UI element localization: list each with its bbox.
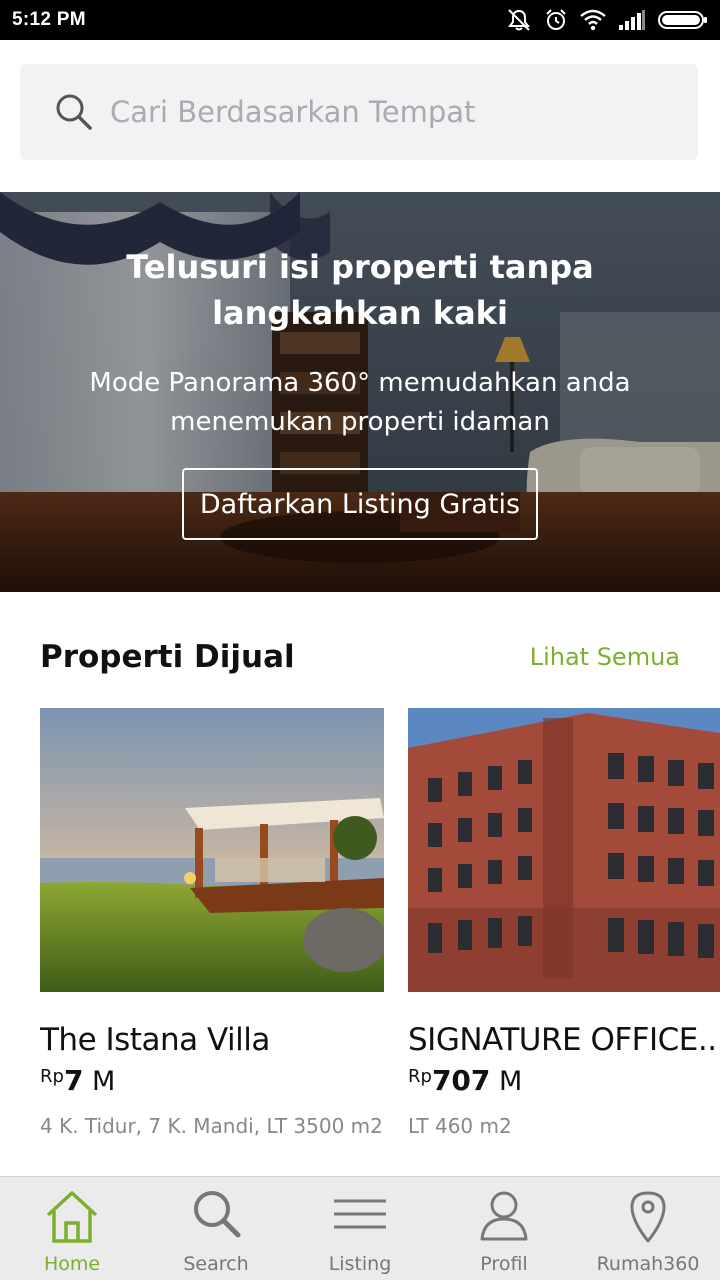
nav-label-profil: Profil [480,1253,528,1275]
hero-subtitle: Mode Panorama 360° memudahkan anda menem… [89,368,631,437]
list-for-free-button[interactable]: Daftarkan Listing Gratis [182,468,538,540]
listing-price: Rp7 M [40,1064,115,1097]
section-header: Properti Dijual Lihat Semua [40,632,680,682]
battery-icon [658,11,707,29]
search-icon [56,94,92,130]
bottom-navigation: Home Search Listing Profil Rumah360 [0,1176,720,1280]
price-unit: M [83,1066,116,1097]
search-bar[interactable] [20,64,698,160]
nav-item-rumah360[interactable]: Rumah360 [576,1177,720,1280]
listing-title[interactable]: The Istana Villa [40,1022,270,1058]
location-pin-icon [630,1191,666,1243]
alarm-icon [546,9,566,30]
status-time: 5:12 PM [12,9,86,30]
price-unit: M [490,1066,523,1097]
hero-banner: Telusuri isi properti tanpa langkahkan k… [0,192,720,592]
listing-card[interactable]: The Istana Villa Rp7 M 4 K. Tidur, 7 K. … [40,708,384,1138]
nav-label-home: Home [43,1253,101,1275]
nav-item-search[interactable]: Search [144,1177,288,1280]
menu-icon [334,1199,386,1229]
listing-price: Rp707 M [408,1064,522,1097]
status-bar: 5:12 PM [0,0,720,40]
price-currency: Rp [40,1066,64,1087]
listing-title[interactable]: SIGNATURE OFFICE... [408,1022,720,1058]
hero-title: Telusuri isi properti tanpa langkahkan k… [126,248,594,332]
search-icon [194,1191,241,1238]
villa-photo [40,708,384,992]
nav-label-search: Search [183,1253,249,1275]
office-building-photo [408,708,720,992]
listing-details: 4 K. Tidur, 7 K. Mandi, LT 3500 m2 [40,1114,383,1138]
see-all-link[interactable]: Lihat Semua [530,643,680,671]
status-icons [506,8,708,32]
wifi-icon [580,9,606,31]
listing-details: LT 460 m2 [408,1114,512,1138]
nav-label-rumah360: Rumah360 [596,1253,700,1275]
mute-icon [508,9,530,31]
listing-carousel[interactable]: The Istana Villa Rp7 M 4 K. Tidur, 7 K. … [40,708,720,1148]
listing-card[interactable]: SIGNATURE OFFICE... Rp707 M LT 460 m2 [408,708,720,1138]
price-value: 707 [431,1064,491,1097]
price-currency: Rp [408,1066,432,1087]
nav-item-home[interactable]: Home [0,1177,144,1280]
user-icon [480,1191,528,1241]
home-icon [46,1191,98,1243]
nav-item-profil[interactable]: Profil [432,1177,576,1280]
price-value: 7 [63,1064,84,1097]
search-input[interactable] [110,95,630,129]
nav-label-listing: Listing [328,1253,392,1275]
section-title: Properti Dijual [40,639,295,675]
listing-image[interactable] [40,708,384,992]
listing-image[interactable] [408,708,720,992]
signal-icon [619,10,645,30]
nav-item-listing[interactable]: Listing [288,1177,432,1280]
